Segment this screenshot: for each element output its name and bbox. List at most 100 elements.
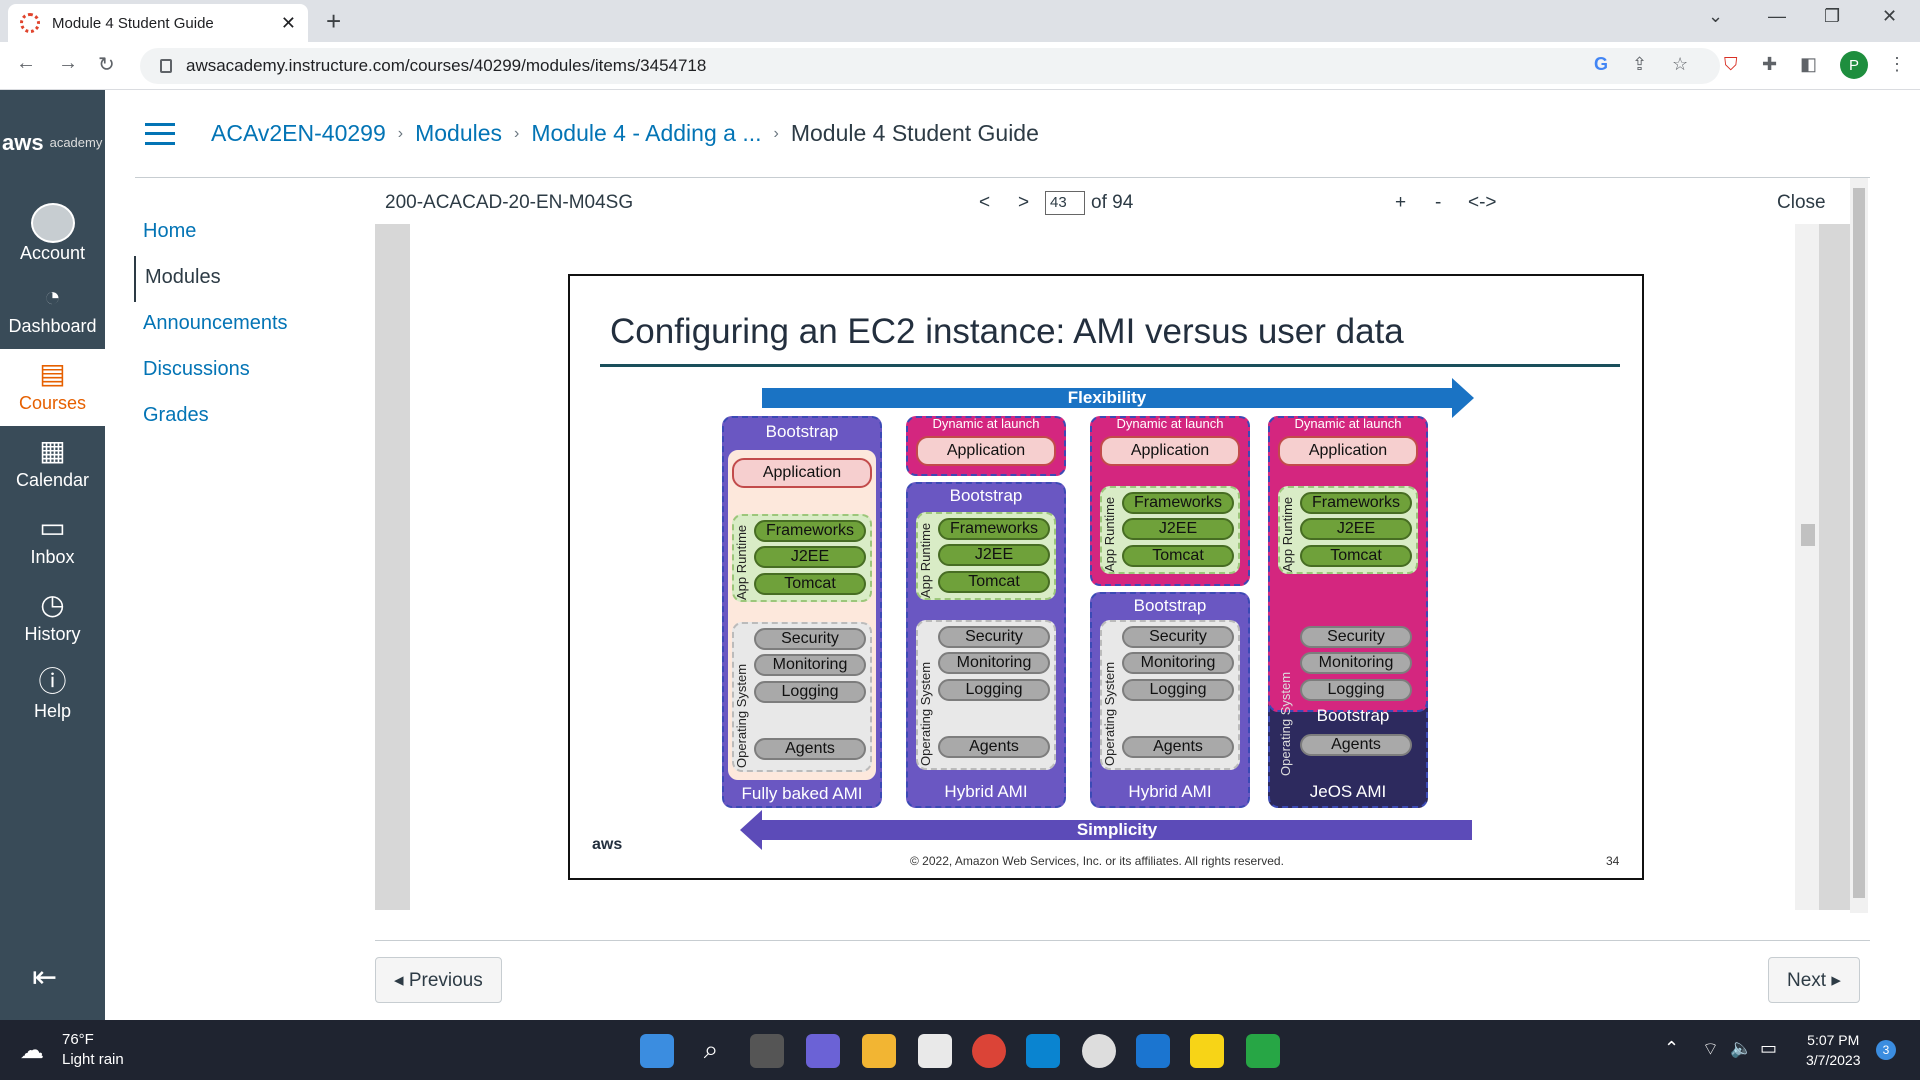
search-icon[interactable]: ⌕ bbox=[694, 1034, 728, 1068]
security-pill: Security bbox=[1300, 626, 1412, 648]
notification-badge[interactable]: 3 bbox=[1876, 1040, 1896, 1060]
flexibility-arrow: Flexibility bbox=[762, 378, 1474, 418]
maximize-icon[interactable]: ❐ bbox=[1824, 6, 1840, 27]
course-nav-modules[interactable]: Modules bbox=[134, 256, 354, 302]
zoom-out-button[interactable]: - bbox=[1435, 192, 1441, 214]
chrome-icon[interactable] bbox=[972, 1034, 1006, 1068]
close-window-icon[interactable]: ✕ bbox=[1882, 6, 1897, 27]
google-icon[interactable]: G bbox=[1594, 54, 1608, 75]
nav-dashboard[interactable]: ◔ Dashboard bbox=[0, 272, 105, 349]
tray-chevron-up-icon[interactable]: ⌃ bbox=[1664, 1038, 1679, 1059]
wifi-icon[interactable]: ⌔ bbox=[1702, 1038, 1719, 1061]
task-view-icon[interactable] bbox=[750, 1034, 784, 1068]
nav-courses[interactable]: ▤ Courses bbox=[0, 349, 105, 426]
nav-history[interactable]: ◷ History bbox=[0, 580, 105, 657]
frameworks-pill: Frameworks bbox=[1122, 492, 1234, 514]
extension-shield-icon[interactable]: ⛉ bbox=[1724, 54, 1738, 75]
frameworks-pill: Frameworks bbox=[754, 520, 866, 542]
breadcrumb-modules[interactable]: Modules bbox=[415, 120, 502, 147]
page-number-input[interactable]: 43 bbox=[1045, 191, 1085, 215]
mail-icon[interactable] bbox=[1136, 1034, 1170, 1068]
tab-search-icon[interactable]: ⌄ bbox=[1708, 6, 1723, 27]
ami-column-fully-baked: Bootstrap Application App Runtime Framew… bbox=[722, 416, 882, 808]
start-icon[interactable] bbox=[640, 1034, 674, 1068]
ami-type-label: Hybrid AMI bbox=[1128, 782, 1212, 801]
canvas-favicon-icon bbox=[20, 13, 40, 33]
course-navigation: Home Modules Announcements Discussions G… bbox=[134, 210, 354, 440]
nav-help[interactable]: ⓘ Help bbox=[0, 657, 105, 734]
browser-menu-icon[interactable]: ⋮ bbox=[1888, 54, 1906, 75]
nav-account[interactable]: Account bbox=[0, 195, 105, 272]
zoom-in-button[interactable]: + bbox=[1395, 192, 1406, 214]
weather-widget[interactable]: 76°F Light rain bbox=[62, 1030, 124, 1070]
courses-icon: ▤ bbox=[39, 358, 66, 389]
clock-app-icon[interactable] bbox=[1082, 1034, 1116, 1068]
share-icon[interactable]: ⇪ bbox=[1632, 54, 1647, 75]
global-navigation: aws academy Account ◔ Dashboard ▤ Course… bbox=[0, 90, 105, 1020]
collapse-nav-icon[interactable]: ⇤ bbox=[32, 960, 57, 995]
sticky-notes-icon[interactable] bbox=[1190, 1034, 1224, 1068]
viewer-scrollbar[interactable] bbox=[1795, 224, 1819, 910]
breadcrumb-module[interactable]: Module 4 - Adding a ... bbox=[531, 120, 761, 147]
weather-cloud-icon[interactable]: ☁ bbox=[20, 1036, 44, 1065]
tomcat-pill: Tomcat bbox=[754, 573, 866, 595]
aws-academy-logo[interactable]: aws academy bbox=[0, 90, 105, 195]
hamburger-menu-icon[interactable] bbox=[145, 122, 175, 145]
course-nav-home[interactable]: Home bbox=[134, 210, 354, 256]
store-icon[interactable] bbox=[918, 1034, 952, 1068]
back-icon[interactable]: ← bbox=[16, 52, 36, 75]
reload-icon[interactable]: ↻ bbox=[98, 52, 115, 77]
minimize-icon[interactable]: — bbox=[1768, 6, 1786, 27]
agents-pill: Agents bbox=[1122, 736, 1234, 758]
new-tab-icon[interactable]: + bbox=[326, 6, 341, 37]
bootstrap-label: Bootstrap bbox=[765, 422, 839, 441]
ami-column-hybrid-2: Dynamic at launch Application App Runtim… bbox=[1090, 416, 1250, 808]
agents-pill: Agents bbox=[754, 738, 866, 760]
logo-sub: academy bbox=[49, 135, 103, 150]
frameworks-pill: Frameworks bbox=[938, 518, 1050, 540]
breadcrumb-current: Module 4 Student Guide bbox=[790, 120, 1039, 146]
course-nav-announcements[interactable]: Announcements bbox=[134, 302, 354, 348]
chevron-right-icon: › bbox=[514, 124, 520, 142]
title-rule bbox=[600, 364, 1620, 367]
security-pill: Security bbox=[754, 628, 866, 650]
nav-inbox[interactable]: ▭ Inbox bbox=[0, 503, 105, 580]
download-app-icon[interactable] bbox=[1246, 1034, 1280, 1068]
previous-button[interactable]: ◂ Previous bbox=[375, 957, 502, 1003]
close-tab-icon[interactable]: ✕ bbox=[281, 13, 296, 34]
course-nav-discussions[interactable]: Discussions bbox=[134, 348, 354, 394]
profile-avatar[interactable]: P bbox=[1840, 51, 1868, 79]
nav-calendar[interactable]: ▦ Calendar bbox=[0, 426, 105, 503]
teams-icon[interactable] bbox=[806, 1034, 840, 1068]
next-button[interactable]: Next ▸ bbox=[1768, 957, 1860, 1003]
fit-width-button[interactable]: <-> bbox=[1468, 192, 1497, 214]
breadcrumb-course[interactable]: ACAv2EN-40299 bbox=[211, 120, 386, 147]
file-explorer-icon[interactable] bbox=[862, 1034, 896, 1068]
viewer-toolbar: 200-ACACAD-20-EN-M04SG < > 43 of 94 + - … bbox=[375, 182, 1860, 224]
url-text: awsacademy.instructure.com/courses/40299… bbox=[186, 56, 707, 75]
agents-pill: Agents bbox=[1300, 734, 1412, 756]
nav-label: History bbox=[24, 624, 81, 644]
extensions-puzzle-icon[interactable]: ✚ bbox=[1762, 54, 1777, 75]
bookmark-star-icon[interactable]: ☆ bbox=[1672, 54, 1688, 75]
next-page-button[interactable]: > bbox=[1018, 192, 1029, 214]
scrollbar-thumb[interactable] bbox=[1853, 188, 1865, 898]
forward-icon[interactable]: → bbox=[58, 52, 78, 75]
copyright-text: © 2022, Amazon Web Services, Inc. or its… bbox=[910, 854, 1284, 868]
app-l-icon[interactable] bbox=[1026, 1034, 1060, 1068]
nav-label: Calendar bbox=[15, 470, 90, 490]
volume-icon[interactable]: 🔈 bbox=[1730, 1038, 1752, 1059]
url-bar[interactable]: awsacademy.instructure.com/courses/40299… bbox=[140, 48, 1720, 84]
scrollbar-thumb[interactable] bbox=[1801, 524, 1815, 546]
taskbar-clock[interactable]: 5:07 PM 3/7/2023 bbox=[1806, 1030, 1861, 1070]
page-scrollbar[interactable] bbox=[1850, 178, 1868, 913]
close-viewer-button[interactable]: Close bbox=[1777, 192, 1826, 214]
battery-icon[interactable]: ▭ bbox=[1760, 1038, 1777, 1059]
side-panel-icon[interactable]: ◧ bbox=[1800, 54, 1817, 75]
course-nav-grades[interactable]: Grades bbox=[134, 394, 354, 440]
application-pill: Application bbox=[916, 436, 1056, 466]
aws-logo: aws bbox=[592, 836, 623, 853]
browser-tab[interactable]: Module 4 Student Guide ✕ bbox=[8, 4, 308, 42]
prev-page-button[interactable]: < bbox=[979, 192, 990, 214]
frameworks-pill: Frameworks bbox=[1300, 492, 1412, 514]
